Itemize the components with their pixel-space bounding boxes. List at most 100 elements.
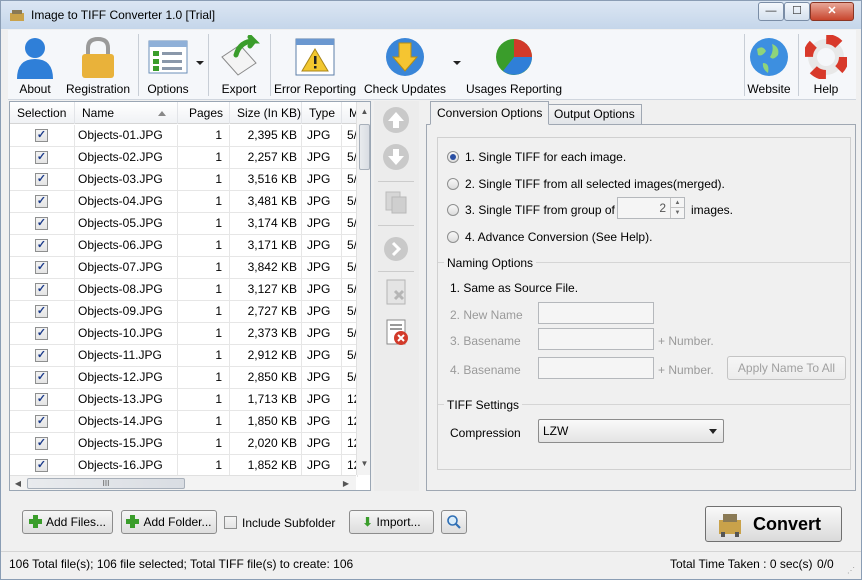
import-button[interactable]: ⬇ Import... xyxy=(349,510,434,534)
table-row[interactable]: ✓Objects-11.JPG12,912 KBJPG5/2 xyxy=(10,345,358,367)
table-row[interactable]: ✓Objects-10.JPG12,373 KBJPG5/2 xyxy=(10,323,358,345)
close-button[interactable]: ✕ xyxy=(810,2,854,21)
convert-button[interactable]: Convert xyxy=(705,506,842,542)
import-label: Import... xyxy=(376,515,421,529)
row-select-checkbox[interactable]: ✓ xyxy=(35,437,48,450)
file-table[interactable]: Selection Name Pages Size (In KB) Type M… xyxy=(9,101,371,491)
size-cell: 2,912 KB xyxy=(230,345,302,367)
vertical-scrollbar[interactable]: ▲ ▼ xyxy=(356,102,370,475)
table-row[interactable]: ✓Objects-16.JPG11,852 KBJPG12/ xyxy=(10,455,358,477)
add-folder-button[interactable]: Add Folder... xyxy=(121,510,217,534)
vertical-scroll-thumb[interactable] xyxy=(359,124,370,170)
row-select-checkbox[interactable]: ✓ xyxy=(35,305,48,318)
column-header-type[interactable]: Type xyxy=(302,102,342,124)
row-select-checkbox[interactable]: ✓ xyxy=(35,415,48,428)
row-select-checkbox[interactable]: ✓ xyxy=(35,261,48,274)
row-select-checkbox[interactable]: ✓ xyxy=(35,173,48,186)
column-header-size[interactable]: Size (In KB) xyxy=(230,102,302,124)
table-row[interactable]: ✓Objects-08.JPG13,127 KBJPG5/2 xyxy=(10,279,358,301)
scroll-down-arrow-icon[interactable]: ▼ xyxy=(357,459,370,468)
scroll-up-arrow-icon[interactable]: ▲ xyxy=(357,107,370,116)
radio-advance-conversion[interactable] xyxy=(447,231,459,243)
toolbar-separator xyxy=(744,34,745,96)
selection-cell: ✓ xyxy=(10,345,75,367)
table-row[interactable]: ✓Objects-14.JPG11,850 KBJPG12/ xyxy=(10,411,358,433)
resize-grip-icon[interactable]: ⋰ xyxy=(847,566,855,575)
spin-down-icon[interactable]: ▼ xyxy=(670,208,684,218)
remove-all-files-icon[interactable] xyxy=(381,317,411,347)
new-name-label: 2. New Name xyxy=(450,308,523,322)
table-row[interactable]: ✓Objects-01.JPG12,395 KBJPG5/1 xyxy=(10,125,358,147)
remove-file-icon[interactable] xyxy=(381,277,411,307)
table-row[interactable]: ✓Objects-09.JPG12,727 KBJPG5/2 xyxy=(10,301,358,323)
check-updates-button[interactable]: Check Updates xyxy=(364,30,446,100)
website-button[interactable]: Website xyxy=(746,30,792,100)
tab-output-options[interactable]: Output Options xyxy=(547,104,642,125)
table-row[interactable]: ✓Objects-13.JPG11,713 KBJPG12/ xyxy=(10,389,358,411)
radio-single-tiff-each[interactable] xyxy=(447,151,459,163)
type-cell: JPG xyxy=(302,257,342,279)
updates-dropdown-arrow-icon[interactable] xyxy=(453,61,461,65)
maximize-button[interactable]: ☐ xyxy=(784,2,810,21)
scroll-right-arrow-icon[interactable]: ▶ xyxy=(341,479,351,488)
file-name-cell: Objects-10.JPG xyxy=(75,323,178,345)
toolbar: About Registration Options Export Error … xyxy=(8,30,856,100)
options-dropdown-arrow-icon[interactable] xyxy=(196,61,204,65)
next-icon[interactable] xyxy=(381,234,411,264)
group-size-spinner[interactable]: 2 ▲ ▼ xyxy=(617,197,685,219)
export-button[interactable]: Export xyxy=(212,30,266,100)
table-row[interactable]: ✓Objects-04.JPG13,481 KBJPG5/1 xyxy=(10,191,358,213)
search-button[interactable] xyxy=(441,510,467,534)
row-select-checkbox[interactable]: ✓ xyxy=(35,129,48,142)
table-row[interactable]: ✓Objects-03.JPG13,516 KBJPG5/1 xyxy=(10,169,358,191)
row-select-checkbox[interactable]: ✓ xyxy=(35,393,48,406)
minimize-button[interactable]: — xyxy=(758,2,784,21)
file-name-cell: Objects-15.JPG xyxy=(75,433,178,455)
row-select-checkbox[interactable]: ✓ xyxy=(35,283,48,296)
horizontal-scrollbar[interactable]: ◀ III ▶ xyxy=(10,475,356,490)
error-reporting-button[interactable]: Error Reporting xyxy=(273,30,357,100)
actions-separator xyxy=(378,181,414,182)
about-button[interactable]: About xyxy=(10,30,60,100)
move-up-icon[interactable] xyxy=(381,105,411,135)
options-button[interactable]: Options xyxy=(141,30,195,100)
basename-3-input[interactable] xyxy=(538,328,654,350)
row-select-checkbox[interactable]: ✓ xyxy=(35,239,48,252)
compression-select[interactable]: LZW xyxy=(538,419,724,443)
add-files-button[interactable]: Add Files... xyxy=(22,510,113,534)
row-select-checkbox[interactable]: ✓ xyxy=(35,349,48,362)
selection-cell: ✓ xyxy=(10,257,75,279)
spin-up-icon[interactable]: ▲ xyxy=(670,198,684,208)
pages-cell: 1 xyxy=(178,213,230,235)
table-row[interactable]: ✓Objects-15.JPG12,020 KBJPG12/ xyxy=(10,433,358,455)
tab-conversion-options[interactable]: Conversion Options xyxy=(430,101,550,125)
convert-selected-icon[interactable] xyxy=(381,187,411,217)
type-cell: JPG xyxy=(302,235,342,257)
apply-name-to-all-button[interactable]: Apply Name To All xyxy=(727,356,846,380)
row-select-checkbox[interactable]: ✓ xyxy=(35,151,48,164)
table-row[interactable]: ✓Objects-05.JPG13,174 KBJPG5/1 xyxy=(10,213,358,235)
row-select-checkbox[interactable]: ✓ xyxy=(35,459,48,472)
usages-reporting-button[interactable]: Usages Reporting xyxy=(464,30,564,100)
table-row[interactable]: ✓Objects-07.JPG13,842 KBJPG5/1 xyxy=(10,257,358,279)
row-select-checkbox[interactable]: ✓ xyxy=(35,217,48,230)
size-cell: 1,713 KB xyxy=(230,389,302,411)
row-select-checkbox[interactable]: ✓ xyxy=(35,327,48,340)
column-header-selection[interactable]: Selection xyxy=(10,102,75,124)
table-row[interactable]: ✓Objects-12.JPG12,850 KBJPG5/3 xyxy=(10,367,358,389)
include-subfolder-checkbox[interactable] xyxy=(224,516,237,529)
radio-single-tiff-merged[interactable] xyxy=(447,178,459,190)
registration-button[interactable]: Registration xyxy=(62,30,134,100)
table-row[interactable]: ✓Objects-02.JPG12,257 KBJPG5/1 xyxy=(10,147,358,169)
new-name-input[interactable] xyxy=(538,302,654,324)
basename-4-input[interactable] xyxy=(538,357,654,379)
row-select-checkbox[interactable]: ✓ xyxy=(35,195,48,208)
table-row[interactable]: ✓Objects-06.JPG13,171 KBJPG5/1 xyxy=(10,235,358,257)
move-down-icon[interactable] xyxy=(381,142,411,172)
radio-single-tiff-group[interactable] xyxy=(447,204,459,216)
horizontal-scroll-thumb[interactable]: III xyxy=(27,478,185,489)
help-button[interactable]: Help xyxy=(804,30,848,100)
scroll-left-arrow-icon[interactable]: ◀ xyxy=(13,479,23,488)
row-select-checkbox[interactable]: ✓ xyxy=(35,371,48,384)
column-header-pages[interactable]: Pages xyxy=(178,102,230,124)
